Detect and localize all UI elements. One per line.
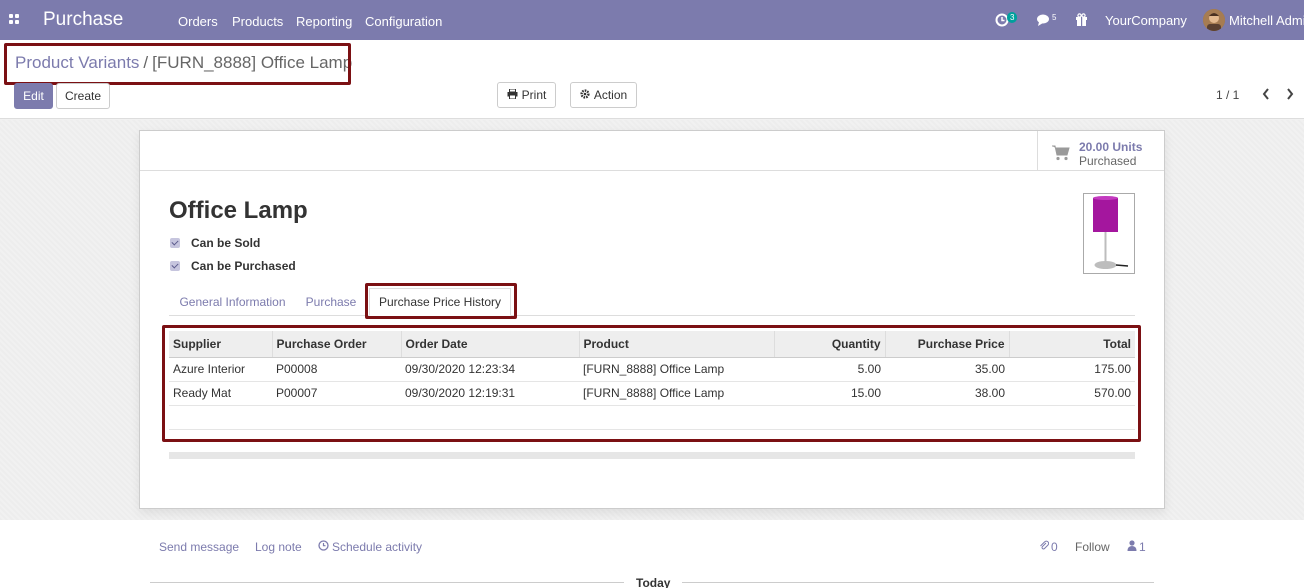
tab-purchase[interactable]: Purchase — [296, 288, 366, 316]
edit-button[interactable]: Edit — [14, 83, 53, 109]
schedule-activity-label: Schedule activity — [332, 540, 423, 554]
menu-products[interactable]: Products — [232, 14, 283, 29]
pager-next-icon[interactable] — [1285, 87, 1295, 101]
app-name[interactable]: Purchase — [43, 9, 123, 31]
shopping-cart-icon — [1052, 145, 1070, 161]
print-button[interactable]: Print — [497, 82, 556, 108]
messages-chat-icon[interactable] — [1037, 14, 1051, 26]
attachments-count: 0 — [1051, 540, 1058, 554]
gear-icon — [580, 88, 590, 102]
log-note-button[interactable]: Log note — [255, 540, 302, 554]
menu-reporting[interactable]: Reporting — [296, 14, 352, 29]
print-label: Print — [521, 88, 547, 102]
can-be-sold-row: Can be Sold — [170, 236, 260, 250]
purchased-label: Purchased — [1079, 154, 1137, 168]
send-message-button[interactable]: Send message — [159, 540, 239, 554]
menu-orders[interactable]: Orders — [178, 14, 218, 29]
action-button[interactable]: Action — [570, 82, 637, 108]
can-be-purchased-label: Can be Purchased — [191, 259, 296, 273]
user-icon — [1127, 540, 1137, 554]
menu-configuration[interactable]: Configuration — [365, 14, 442, 29]
activity-count-badge: 3 — [1007, 12, 1018, 23]
paperclip-icon — [1039, 540, 1050, 554]
notebook-tabs: General Information Purchase Purchase Pr… — [169, 288, 1135, 316]
company-switcher[interactable]: YourCompany — [1105, 13, 1187, 28]
create-button[interactable]: Create — [56, 83, 110, 109]
tab-general-information[interactable]: General Information — [169, 288, 296, 316]
action-label: Action — [593, 88, 628, 102]
product-image[interactable] — [1083, 193, 1135, 274]
can-be-sold-checkbox[interactable] — [170, 238, 180, 248]
tab-highlight-box — [365, 283, 517, 319]
table-highlight-box — [162, 325, 1141, 442]
message-count: 5 — [1052, 13, 1057, 22]
gift-icon[interactable] — [1075, 13, 1088, 26]
purchased-stat-button[interactable]: 20.00 Units Purchased — [1037, 131, 1164, 171]
attachments-button[interactable]: 0 — [1039, 540, 1058, 554]
horizontal-scrollbar[interactable] — [169, 452, 1135, 459]
followers-button[interactable]: 1 — [1127, 540, 1146, 554]
can-be-purchased-row: Can be Purchased — [170, 259, 296, 273]
smart-button-box: 20.00 Units Purchased — [140, 131, 1164, 171]
breadcrumb-highlight-box — [4, 43, 351, 85]
form-sheet: 20.00 Units Purchased Office Lamp Can be… — [139, 130, 1165, 509]
today-label: Today — [624, 576, 683, 588]
can-be-sold-label: Can be Sold — [191, 236, 261, 250]
follow-button[interactable]: Follow — [1075, 540, 1110, 554]
chatter: Send message Log note Schedule activity … — [0, 520, 1304, 588]
clock-icon — [318, 540, 329, 554]
print-icon — [507, 88, 518, 102]
user-avatar[interactable] — [1203, 9, 1225, 31]
can-be-purchased-checkbox[interactable] — [170, 261, 180, 271]
followers-count: 1 — [1139, 540, 1146, 554]
control-panel: Product Variants / [FURN_8888] Office Lamp… — [0, 40, 1304, 119]
pager-value[interactable]: 1 / 1 — [1216, 88, 1239, 102]
user-menu[interactable]: Mitchell Admin — [1229, 13, 1304, 28]
pager-previous-icon[interactable] — [1261, 87, 1271, 101]
schedule-activity-button[interactable]: Schedule activity — [318, 540, 422, 554]
purchased-quantity: 20.00 Units — [1079, 140, 1143, 154]
product-name: Office Lamp — [169, 197, 308, 224]
apps-menu-icon[interactable] — [9, 14, 20, 25]
top-navbar: Purchase Orders Products Reporting Confi… — [0, 0, 1304, 40]
